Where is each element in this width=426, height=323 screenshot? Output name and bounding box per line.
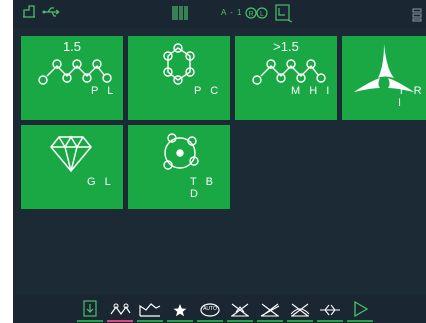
tile-pl[interactable]: 1.5 P L [21,36,123,120]
scan-underline [317,320,343,322]
tile-mhi-label: >1.5 [273,39,299,54]
structure-icon [110,303,131,316]
tile-gl[interactable]: G L [21,125,123,209]
export-underline [77,320,103,322]
filter-3-button[interactable] [287,298,313,322]
tile-pc[interactable]: P C [128,36,230,120]
filter-1-button[interactable] [227,298,253,322]
filter-cross-icon [260,303,280,317]
filter-2-underline [257,320,283,322]
filter-cross-icon [231,303,249,317]
filter-2-button[interactable] [257,298,283,322]
auto-underline [197,320,223,322]
play-icon [354,300,369,318]
bottom-toolbar: AUTO [13,295,426,323]
star-icon [173,304,187,317]
diamond-icon [50,135,92,173]
filter-3-underline [287,320,313,322]
scan-button[interactable] [317,298,343,322]
svg-text:L: L [260,11,264,18]
auto-button[interactable]: AUTO [197,298,223,322]
favorite-underline [167,320,193,322]
tile-pl-code: P L [91,85,117,97]
tile-tbd[interactable]: T B D [128,125,230,209]
filter-1-underline [227,320,253,322]
pc-ring-icon [163,43,195,85]
menu-icon[interactable] [412,8,422,22]
slot-label: A - 1 [221,8,243,17]
app-window: A - 1 RL 1.5 P L P C >1.5 M H I T R I G … [0,0,426,323]
structure-underline [107,320,133,322]
scan-icon [320,304,340,316]
svg-text:R: R [248,11,253,18]
tile-mhi-code: M H I [291,85,333,97]
main-screen: A - 1 RL 1.5 P L P C >1.5 M H I T R I G … [13,0,426,323]
structure-button[interactable] [107,298,133,322]
tile-gl-code: G L [87,176,114,188]
filter-cross-icon [290,303,310,317]
top-bar: A - 1 RL [13,0,426,28]
tile-tbd-code: T B D [190,176,216,200]
export-button[interactable] [77,298,103,322]
measure-icon[interactable] [273,3,295,25]
usb-icon[interactable] [41,4,63,20]
rl-icon[interactable]: RL [245,6,269,20]
tile-pc-code: P C [194,85,222,97]
barcode-icon[interactable] [171,4,189,22]
export-icon [83,300,97,317]
tile-mhi[interactable]: >1.5 M H I [235,36,337,120]
favorite-button[interactable] [167,298,193,322]
spectrum-underline [137,320,163,322]
tile-pl-label: 1.5 [62,39,82,54]
tile-tri[interactable]: T R I [342,36,426,120]
play-underline [347,320,373,322]
spectrum-button[interactable] [137,298,163,322]
document-icon[interactable] [21,4,37,20]
auto-label: AUTO [203,306,217,312]
tile-tri-code: T R I [398,85,425,109]
spectrum-icon [139,303,161,317]
play-button[interactable] [347,298,373,322]
